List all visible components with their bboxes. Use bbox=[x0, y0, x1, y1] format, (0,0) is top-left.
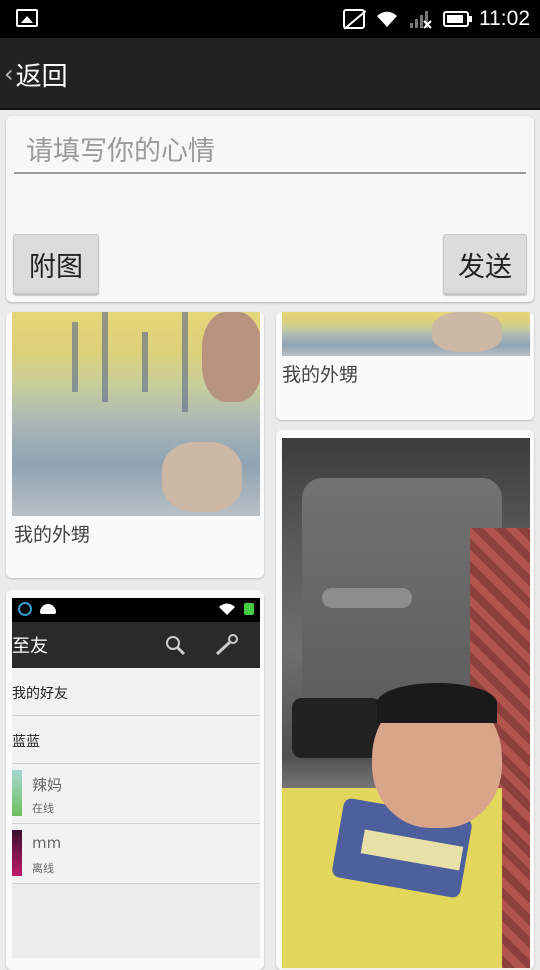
back-label: 返回 bbox=[15, 61, 68, 92]
feed-card-3[interactable]: 至友 我的好友 蓝蓝 辣妈 在线 mm 离线 bbox=[6, 590, 264, 970]
status-time: 11:02 bbox=[479, 7, 530, 30]
card-caption: 我的外甥 bbox=[282, 364, 359, 386]
back-chevron-icon: ‹ bbox=[4, 60, 14, 88]
battery-icon bbox=[443, 11, 472, 27]
mini-group-label: 蓝蓝 bbox=[12, 734, 40, 750]
vibrate-off-icon bbox=[343, 9, 365, 29]
mini-contact-status: 在线 bbox=[32, 802, 54, 815]
feed-card-2[interactable]: 我的外甥 bbox=[276, 312, 534, 420]
mini-avatar bbox=[12, 770, 22, 816]
mini-avatar bbox=[12, 830, 22, 876]
mini-contact-name: mm bbox=[32, 834, 62, 852]
kid-hair bbox=[377, 683, 497, 723]
mini-search-icon bbox=[166, 636, 186, 656]
boy-sleeping-in-car-photo bbox=[282, 438, 530, 970]
mood-input[interactable] bbox=[14, 130, 526, 174]
send-button[interactable]: 发送 bbox=[443, 234, 527, 294]
mini-group-row: 蓝蓝 bbox=[12, 716, 260, 764]
feed-card-1[interactable]: 我的外甥 bbox=[6, 312, 264, 578]
signal-icon bbox=[409, 9, 433, 29]
mini-group-row: 我的好友 bbox=[12, 668, 260, 716]
gallery-notification-icon bbox=[16, 9, 38, 27]
card-caption: 我的外甥 bbox=[14, 524, 91, 546]
mini-contact-row: mm 离线 bbox=[12, 824, 260, 884]
status-bar: 11:02 bbox=[0, 0, 540, 38]
mini-status-bar bbox=[12, 598, 260, 622]
jacket bbox=[292, 698, 382, 758]
attach-image-button[interactable]: 附图 bbox=[13, 234, 99, 294]
mood-composer: 附图 发送 bbox=[6, 116, 534, 302]
back-button[interactable]: ‹ 返回 bbox=[4, 54, 68, 94]
mini-wifi-icon bbox=[219, 603, 235, 615]
mini-wrench-icon bbox=[215, 634, 238, 656]
wifi-icon bbox=[375, 9, 399, 29]
friends-list-screenshot: 至友 我的好友 蓝蓝 辣妈 在线 mm 离线 bbox=[12, 598, 260, 958]
status-icons: 11:02 bbox=[343, 0, 530, 38]
mini-contact-name: 辣妈 bbox=[32, 776, 63, 794]
boy-shirt-photo-cropped bbox=[282, 312, 530, 356]
mini-title: 至友 bbox=[12, 636, 48, 657]
mini-contact-status: 离线 bbox=[32, 862, 54, 875]
mini-app-bar: 至友 bbox=[12, 622, 260, 668]
mini-group-label: 我的好友 bbox=[12, 686, 68, 702]
app-bar: ‹ 返回 bbox=[0, 38, 540, 110]
android-icon bbox=[40, 604, 56, 614]
car-handle bbox=[322, 588, 412, 608]
mini-battery-icon bbox=[244, 603, 254, 615]
feed-card-4[interactable] bbox=[276, 430, 534, 970]
mini-contact-row: 辣妈 在线 bbox=[12, 764, 260, 824]
boy-shirt-photo bbox=[12, 312, 260, 516]
headphone-icon bbox=[18, 602, 32, 616]
